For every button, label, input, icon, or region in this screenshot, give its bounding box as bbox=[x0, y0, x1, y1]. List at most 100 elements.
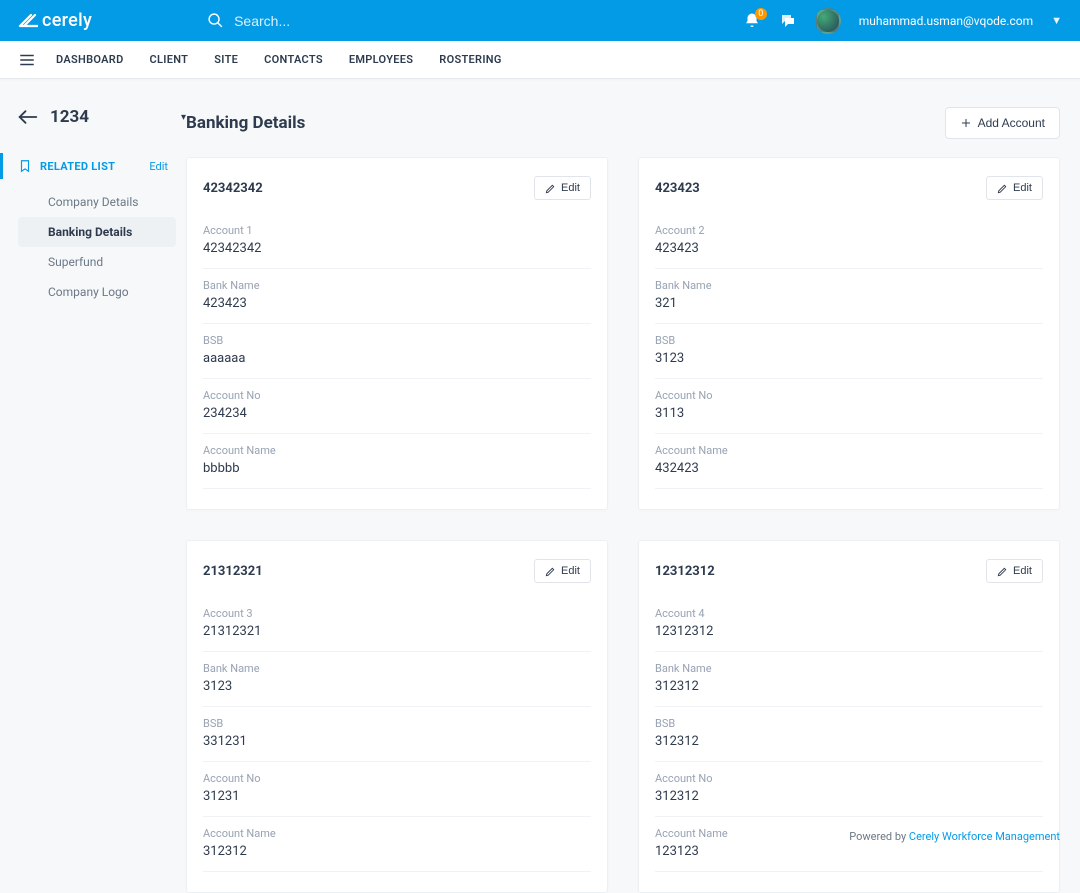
pencil-icon bbox=[997, 183, 1008, 194]
edit-label: Edit bbox=[561, 182, 580, 194]
bookmark-icon bbox=[18, 159, 32, 173]
field-value: 423423 bbox=[655, 241, 1043, 256]
hamburger-icon[interactable] bbox=[18, 51, 36, 69]
edit-label: Edit bbox=[561, 565, 580, 577]
field-label: Account 4 bbox=[655, 607, 1043, 620]
field-label: Bank Name bbox=[655, 662, 1043, 675]
brand-name: cerely bbox=[42, 10, 92, 31]
field-account-number: Account 2 423423 bbox=[655, 214, 1043, 269]
sidebar-item-banking-details[interactable]: Banking Details bbox=[18, 217, 176, 247]
account-title: 423423 bbox=[655, 181, 700, 196]
field-value: 423423 bbox=[203, 296, 591, 311]
logo-icon bbox=[18, 11, 38, 31]
edit-account-button[interactable]: Edit bbox=[986, 559, 1043, 583]
field-label: BSB bbox=[655, 334, 1043, 347]
field-account-number: Account 142342342 bbox=[203, 214, 591, 269]
avatar[interactable] bbox=[815, 8, 841, 34]
account-title: 12312312 bbox=[655, 564, 715, 579]
field-label: Bank Name bbox=[203, 662, 591, 675]
field-label: Account Name bbox=[203, 827, 591, 840]
account-card: 423423 Edit Account 2 423423 Bank Name 321 BSB… bbox=[638, 157, 1060, 510]
field-label: BSB bbox=[655, 717, 1043, 730]
field-label: Bank Name bbox=[655, 279, 1043, 292]
field-account-no: Account No 3113 bbox=[655, 379, 1043, 434]
account-card: 21312321 Edit Account 3 21312321 Bank Name 31… bbox=[186, 540, 608, 893]
field-value: 321 bbox=[655, 296, 1043, 311]
field-bsb: BSB 3123 bbox=[655, 324, 1043, 379]
edit-label: Edit bbox=[1013, 565, 1032, 577]
related-list-edit[interactable]: Edit bbox=[149, 160, 168, 173]
field-value: 331231 bbox=[203, 734, 591, 749]
sidebar-item-company-details[interactable]: Company Details bbox=[18, 187, 176, 217]
nav-tab-site[interactable]: SITE bbox=[214, 53, 238, 66]
field-bank-name: Bank Name 3123 bbox=[203, 652, 591, 707]
field-value: 312312 bbox=[655, 789, 1043, 804]
field-account-name: Account Name432423 bbox=[655, 434, 1043, 489]
field-label: Account 2 bbox=[655, 224, 1043, 237]
edit-account-button[interactable]: Edit bbox=[534, 176, 591, 200]
nav-tab-employees[interactable]: EMPLOYEES bbox=[349, 53, 413, 66]
footer-link[interactable]: Cerely Workforce Management bbox=[909, 830, 1060, 843]
field-value: 312312 bbox=[655, 734, 1043, 749]
field-account-number: Account 3 21312321 bbox=[203, 597, 591, 652]
field-label: Account No bbox=[203, 772, 591, 785]
field-account-no: Account No 312312 bbox=[655, 762, 1043, 817]
chat-icon[interactable] bbox=[779, 12, 797, 30]
field-account-number: Account 412312312 bbox=[655, 597, 1043, 652]
field-account-no: Account No 31231 bbox=[203, 762, 591, 817]
user-menu-caret[interactable]: ▼ bbox=[1051, 14, 1062, 27]
field-label: Account No bbox=[203, 389, 591, 402]
field-value: 3123 bbox=[203, 679, 591, 694]
page-title: Banking Details bbox=[186, 113, 305, 133]
notifications-button[interactable]: 0 bbox=[743, 12, 761, 30]
nav-tab-dashboard[interactable]: DASHBOARD bbox=[56, 53, 124, 66]
pencil-icon bbox=[997, 566, 1008, 577]
field-bank-name: Bank Name 321 bbox=[655, 269, 1043, 324]
topbar-right: 0 muhammad.usman@vqode.com ▼ bbox=[743, 8, 1062, 34]
field-account-name: Account Name123123 bbox=[655, 817, 1043, 872]
field-value: 234234 bbox=[203, 406, 591, 421]
field-bsb: BSB 312312 bbox=[655, 707, 1043, 762]
search-icon bbox=[207, 12, 224, 29]
field-value: 21312321 bbox=[203, 624, 591, 639]
back-arrow-icon[interactable] bbox=[18, 110, 38, 124]
sidebar-item-superfund[interactable]: Superfund bbox=[18, 247, 176, 277]
nav-tab-rostering[interactable]: ROSTERING bbox=[439, 53, 501, 66]
field-label: Account 3 bbox=[203, 607, 591, 620]
nav-tab-client[interactable]: CLIENT bbox=[150, 53, 189, 66]
global-search[interactable] bbox=[207, 12, 743, 29]
field-value: 3113 bbox=[655, 406, 1043, 421]
nav-tab-contacts[interactable]: CONTACTS bbox=[264, 53, 323, 66]
field-bank-name: Bank Name 423423 bbox=[203, 269, 591, 324]
account-title: 42342342 bbox=[203, 181, 263, 196]
user-email: muhammad.usman@vqode.com bbox=[859, 14, 1033, 28]
brand-logo[interactable]: cerely bbox=[18, 10, 92, 31]
account-title: 21312321 bbox=[203, 564, 263, 579]
field-bsb: BSBaaaaaa bbox=[203, 324, 591, 379]
sidebar-item-company-logo[interactable]: Company Logo bbox=[18, 277, 176, 307]
topbar: cerely 0 muhammad.usman@vqode.com ▼ bbox=[0, 0, 1080, 41]
field-value: 31231 bbox=[203, 789, 591, 804]
field-value: 3123 bbox=[655, 351, 1043, 366]
field-value: 312312 bbox=[655, 679, 1043, 694]
field-label: Account No bbox=[655, 389, 1043, 402]
field-label: Bank Name bbox=[203, 279, 591, 292]
sidebar: 1234 ▾ RELATED LIST Edit Company Details… bbox=[0, 79, 186, 893]
field-account-no: Account No 234234 bbox=[203, 379, 591, 434]
edit-account-button[interactable]: Edit bbox=[534, 559, 591, 583]
plus-icon bbox=[960, 117, 972, 129]
pencil-icon bbox=[545, 183, 556, 194]
notification-badge: 0 bbox=[755, 8, 767, 20]
field-label: Account Name bbox=[203, 444, 591, 457]
edit-account-button[interactable]: Edit bbox=[986, 176, 1043, 200]
field-value: 432423 bbox=[655, 461, 1043, 476]
field-account-name: Account Name312312 bbox=[203, 817, 591, 872]
field-value: bbbbb bbox=[203, 461, 591, 476]
add-account-button[interactable]: Add Account bbox=[945, 107, 1060, 139]
field-account-name: Account Name bbbbb bbox=[203, 434, 591, 489]
search-input[interactable] bbox=[234, 13, 434, 29]
field-bsb: BSB331231 bbox=[203, 707, 591, 762]
field-label: Account No bbox=[655, 772, 1043, 785]
main-content: Banking Details Add Account 42342342 Edit… bbox=[186, 79, 1080, 893]
add-account-label: Add Account bbox=[978, 116, 1045, 130]
